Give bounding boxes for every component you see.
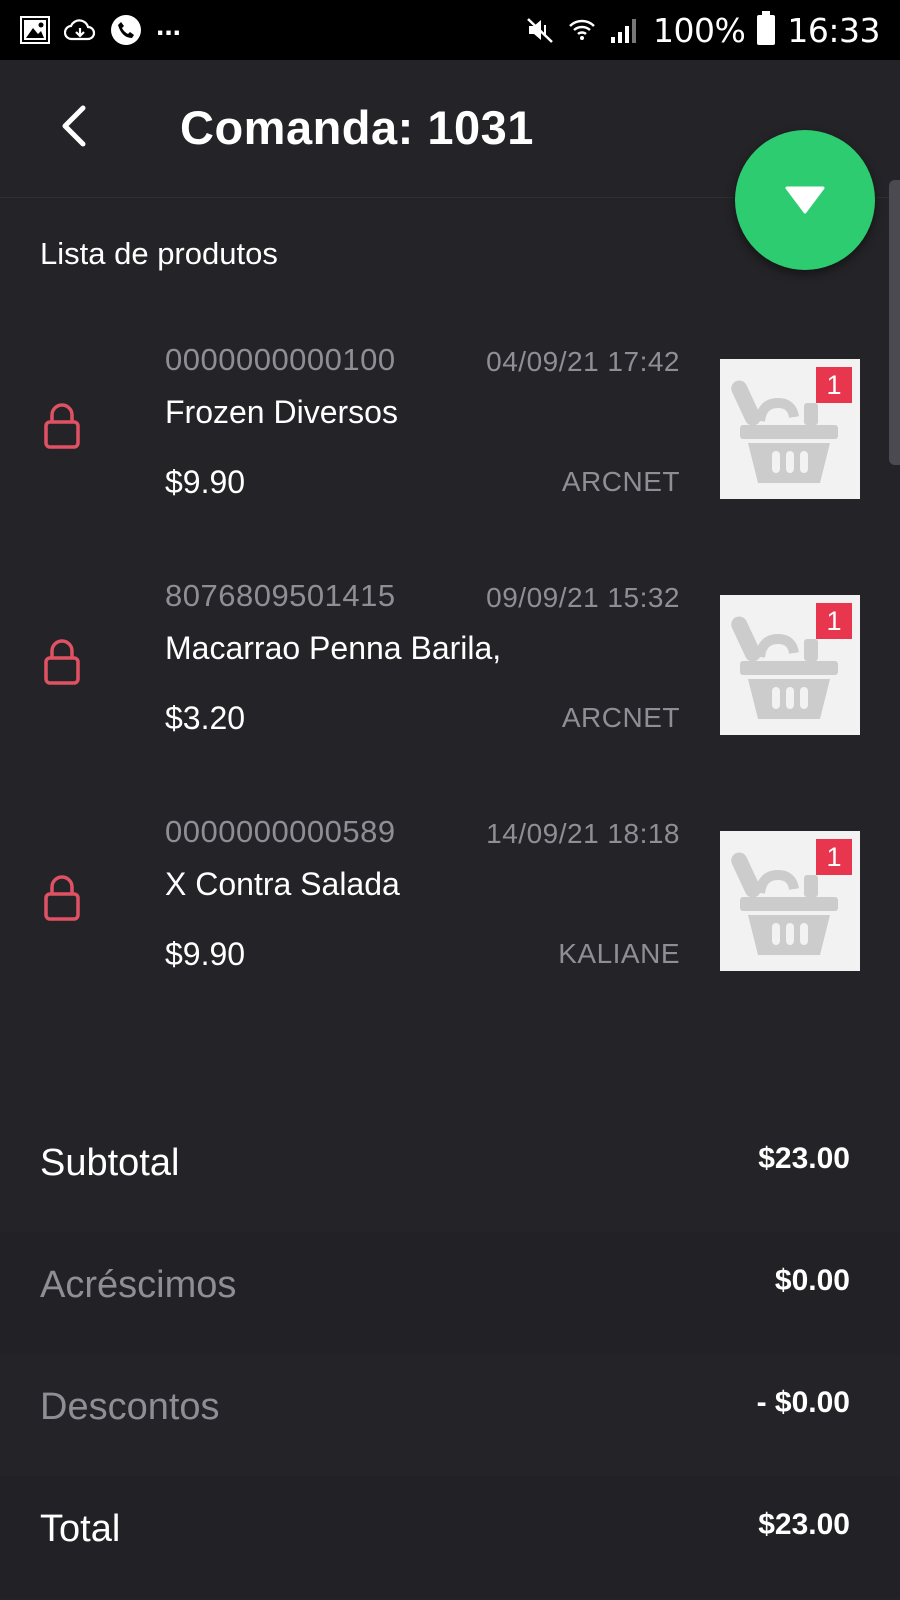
total-value: $23.00: [758, 1508, 850, 1541]
quantity-badge: 1: [816, 367, 852, 403]
product-item[interactable]: 8076809501415 09/09/21 15:32 Macarrao Pe…: [0, 578, 880, 778]
chevron-left-icon: [62, 105, 86, 147]
product-user: ARCNET: [561, 702, 680, 733]
lock-icon[interactable]: [42, 402, 82, 450]
status-bar: ... 100% 16:33: [0, 0, 900, 60]
product-name: Macarrao Penna Barila,: [165, 630, 502, 666]
product-code: 0000000000100: [165, 342, 396, 377]
total-row: Total $23.00: [0, 1476, 900, 1598]
discounts-label: Descontos: [40, 1386, 220, 1428]
product-image[interactable]: 1: [720, 831, 860, 971]
product-code: 0000000000589: [165, 814, 396, 849]
product-code: 8076809501415: [165, 578, 396, 613]
signal-icon: [611, 19, 637, 43]
quantity-badge: 1: [816, 603, 852, 639]
wifi-icon: [569, 19, 595, 40]
product-price: $9.90: [165, 464, 246, 500]
additions-label: Acréscimos: [40, 1264, 237, 1306]
total-label: Total: [40, 1508, 121, 1550]
additions-value: $0.00: [774, 1264, 850, 1297]
clock: 16:33: [787, 10, 880, 50]
subtotal-row: Subtotal $23.00: [0, 1110, 900, 1232]
product-price: $9.90: [165, 936, 246, 972]
additions-row[interactable]: Acréscimos $0.00: [0, 1232, 900, 1354]
status-bar-left: ...: [20, 9, 182, 48]
status-bar-right: 100% 16:33: [525, 10, 880, 50]
discounts-value: - $0.00: [756, 1386, 850, 1419]
product-image[interactable]: 1: [720, 359, 860, 499]
mute-icon: [527, 18, 553, 43]
product-image[interactable]: 1: [720, 595, 860, 735]
product-price: $3.20: [165, 700, 246, 736]
product-date: 09/09/21 15:32: [486, 582, 680, 613]
battery-percentage: 100%: [653, 10, 746, 50]
subtotal-label: Subtotal: [40, 1142, 180, 1184]
lock-icon[interactable]: [42, 638, 82, 686]
more-notifications-indicator: ...: [156, 9, 182, 42]
product-name: Frozen Diversos: [165, 394, 398, 430]
quantity-badge: 1: [816, 839, 852, 875]
discounts-row[interactable]: Descontos - $0.00: [0, 1354, 900, 1476]
product-user: KALIANE: [558, 938, 680, 969]
product-name: X Contra Salada: [165, 866, 400, 902]
cloud-download-icon: [64, 19, 96, 41]
phone-call-icon: [111, 15, 141, 45]
product-list-title: Lista de produtos: [40, 236, 278, 271]
image-icon: [20, 16, 50, 44]
lock-icon[interactable]: [42, 874, 82, 922]
product-date: 14/09/21 18:18: [486, 818, 680, 849]
triangle-down-icon: [785, 186, 825, 214]
page-title: Comanda: 1031: [180, 101, 534, 154]
product-item[interactable]: 0000000000100 04/09/21 17:42 Frozen Dive…: [0, 342, 880, 542]
scrollbar[interactable]: [889, 180, 900, 465]
back-button[interactable]: [44, 96, 104, 156]
battery-icon: [757, 11, 776, 45]
product-item[interactable]: 0000000000589 14/09/21 18:18 X Contra Sa…: [0, 814, 880, 1014]
product-date: 04/09/21 17:42: [486, 346, 680, 377]
expand-fab-button[interactable]: [735, 130, 875, 270]
product-user: ARCNET: [561, 466, 680, 497]
subtotal-value: $23.00: [758, 1142, 850, 1175]
